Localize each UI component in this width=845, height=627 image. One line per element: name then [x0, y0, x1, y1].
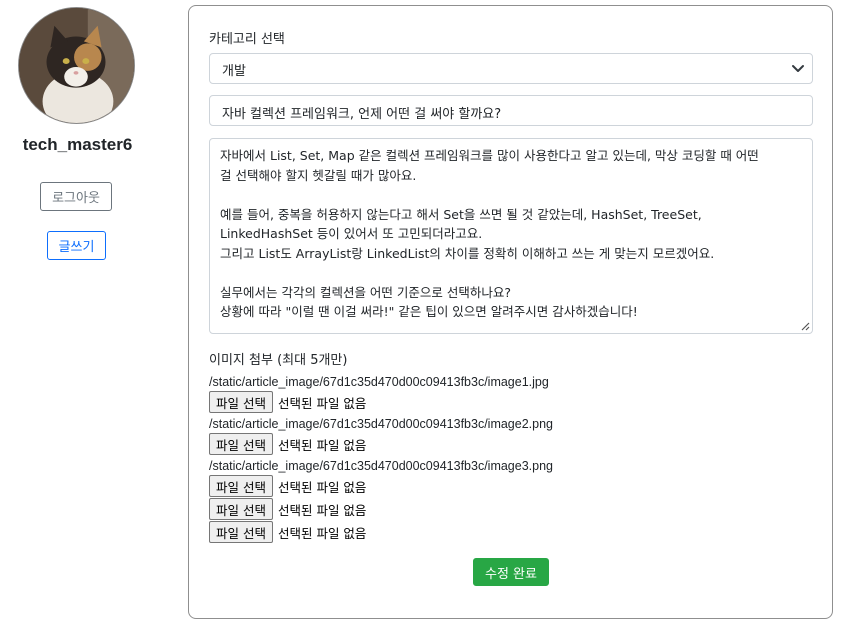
write-button[interactable]: 글쓰기 [47, 231, 106, 260]
body-line [220, 185, 802, 205]
file-status: 선택된 파일 없음 [277, 479, 367, 495]
category-select-value: 개발 [222, 64, 246, 79]
file-select-button[interactable]: 파일 선택 [209, 498, 273, 520]
avatar [18, 7, 135, 124]
resize-grip-icon[interactable] [798, 319, 810, 331]
file-status: 선택된 파일 없음 [277, 437, 367, 453]
body-line: 그리고 List도 ArrayList랑 LinkedList의 차이를 정확히… [220, 245, 715, 261]
body-line: 예를 들어, 중복을 허용하지 않는다고 해서 Set을 쓰면 될 것 같았는데… [220, 206, 702, 222]
chevron-down-icon [792, 65, 804, 72]
body-line: 걸 선택해야 할지 헷갈릴 때가 많아요. [220, 167, 417, 183]
body-line [220, 263, 802, 283]
body-line: LinkedHashSet 등이 있어서 또 고민되더라고요. [220, 226, 483, 241]
file-select-button[interactable]: 파일 선택 [209, 475, 273, 497]
title-input[interactable]: 자바 컬렉션 프레임워크, 언제 어떤 걸 써야 할까요? [209, 95, 813, 126]
existing-file-path: /static/article_image/67d1c35d470d00c094… [209, 375, 549, 389]
file-input-1[interactable]: 파일 선택 선택된 파일 없음 [209, 391, 366, 413]
file-status: 선택된 파일 없음 [277, 395, 367, 411]
sidebar: tech_master6 로그아웃 글쓰기 [0, 0, 155, 627]
existing-file-path: /static/article_image/67d1c35d470d00c094… [209, 459, 553, 473]
body-line: 실무에서는 각각의 컬렉션을 어떤 기준으로 선택하나요? [220, 284, 512, 300]
file-status: 선택된 파일 없음 [277, 502, 367, 518]
file-select-button[interactable]: 파일 선택 [209, 433, 273, 455]
body-line: 상황에 따라 "이럴 땐 이걸 써라!" 같은 팁이 있으면 알려주시면 감사하… [220, 304, 638, 319]
category-select[interactable]: 개발 [209, 53, 813, 84]
file-input-5[interactable]: 파일 선택 선택된 파일 없음 [209, 521, 366, 543]
logout-button[interactable]: 로그아웃 [40, 182, 112, 211]
existing-file-path: /static/article_image/67d1c35d470d00c094… [209, 417, 553, 431]
category-label: 카테고리 선택 [209, 32, 285, 47]
cat-avatar-image [19, 8, 134, 123]
image-attach-label: 이미지 첨부 (최대 5개만) [209, 353, 348, 368]
file-input-4[interactable]: 파일 선택 선택된 파일 없음 [209, 498, 366, 520]
username: tech_master6 [22, 135, 133, 154]
body-textarea[interactable]: 자바에서 List, Set, Map 같은 컬렉션 프레임워크를 많이 사용한… [209, 138, 813, 334]
file-select-button[interactable]: 파일 선택 [209, 391, 273, 413]
file-select-button[interactable]: 파일 선택 [209, 521, 273, 543]
submit-edit-button[interactable]: 수정 완료 [473, 558, 549, 586]
file-input-2[interactable]: 파일 선택 선택된 파일 없음 [209, 433, 366, 455]
body-line: 자바에서 List, Set, Map 같은 컬렉션 프레임워크를 많이 사용한… [220, 148, 759, 163]
file-status: 선택된 파일 없음 [277, 525, 367, 541]
file-input-3[interactable]: 파일 선택 선택된 파일 없음 [209, 475, 366, 497]
edit-form-card: 카테고리 선택 개발 자바 컬렉션 프레임워크, 언제 어떤 걸 써야 할까요?… [188, 5, 833, 619]
